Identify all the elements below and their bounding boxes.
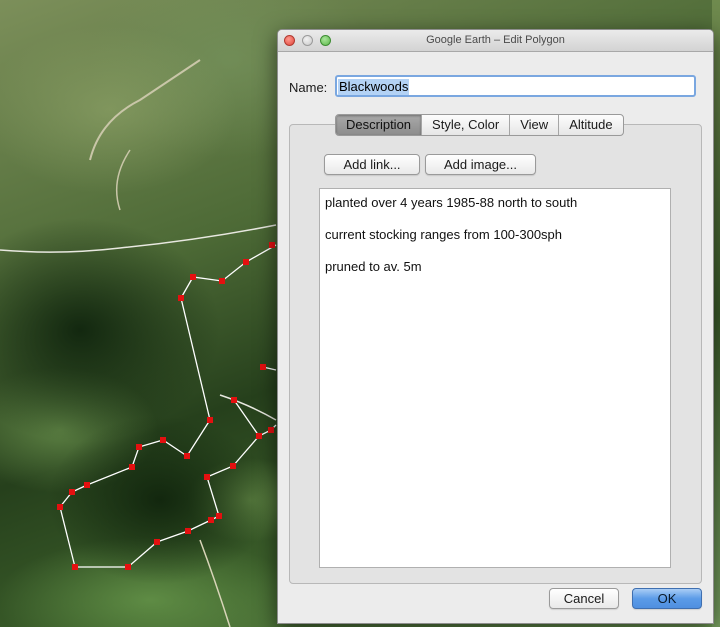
tab-view[interactable]: View <box>509 115 558 135</box>
polygon-vertex-handle[interactable] <box>184 453 190 459</box>
description-line: current stocking ranges from 100-300sph <box>325 227 563 242</box>
polygon-vertex-handle[interactable] <box>243 259 249 265</box>
polygon-vertex-handle[interactable] <box>69 489 75 495</box>
polygon-vertex-handle[interactable] <box>190 274 196 280</box>
tab-description[interactable]: Description <box>336 115 422 135</box>
ok-button[interactable]: OK <box>632 588 702 609</box>
polygon-vertex-handle[interactable] <box>207 417 213 423</box>
add-link-button[interactable]: Add link... <box>324 154 420 175</box>
polygon-vertex-handle[interactable] <box>136 444 142 450</box>
polygon-vertex-handle[interactable] <box>57 504 63 510</box>
polygon-vertex-handle[interactable] <box>84 482 90 488</box>
description-line: planted over 4 years 1985-88 north to so… <box>325 195 578 210</box>
polygon-outline <box>59 244 277 568</box>
polygon-vertex-handle[interactable] <box>154 539 160 545</box>
name-label: Name: <box>289 80 328 95</box>
add-image-button[interactable]: Add image... <box>425 154 536 175</box>
tab-altitude[interactable]: Altitude <box>558 115 622 135</box>
map-track <box>115 149 131 211</box>
polygon-vertex-handle[interactable] <box>268 427 274 433</box>
polygon-vertex-handle[interactable] <box>160 437 166 443</box>
description-line: pruned to av. 5m <box>325 259 422 274</box>
polygon-vertex-handle[interactable] <box>219 278 225 284</box>
window-title: Google Earth – Edit Polygon <box>426 34 565 46</box>
edit-polygon-dialog: Google Earth – Edit Polygon Name: Blackw… <box>277 29 714 624</box>
title-bar[interactable]: Google Earth – Edit Polygon <box>278 30 713 52</box>
map-track <box>199 539 231 627</box>
map-road <box>0 224 277 253</box>
polygon-vertex-handle[interactable] <box>72 564 78 570</box>
polygon-vertex-handle[interactable] <box>129 464 135 470</box>
polygon-vertex-handle[interactable] <box>216 513 222 519</box>
polygon-vertices[interactable] <box>57 242 275 570</box>
polygon-vertex-handle[interactable] <box>256 433 262 439</box>
polygon-vertex-handle[interactable] <box>125 564 131 570</box>
tab-style-color[interactable]: Style, Color <box>421 115 509 135</box>
polygon-vertex-handle[interactable] <box>260 364 266 370</box>
polygon-vertex-handle[interactable] <box>204 474 210 480</box>
polygon-vertex-handle[interactable] <box>185 528 191 534</box>
polygon-vertex-handle[interactable] <box>208 517 214 523</box>
polygon-vertex-handle[interactable] <box>269 242 275 248</box>
name-field[interactable] <box>335 75 696 97</box>
polygon-vertex-handle[interactable] <box>231 397 237 403</box>
description-textarea[interactable]: planted over 4 years 1985-88 north to so… <box>319 188 671 568</box>
tab-bar: Description Style, Color View Altitude <box>335 114 624 136</box>
cancel-button[interactable]: Cancel <box>549 588 619 609</box>
polygon-vertex-handle[interactable] <box>178 295 184 301</box>
polygon-vertex-handle[interactable] <box>230 463 236 469</box>
map-track <box>89 59 201 161</box>
map-road <box>219 394 277 421</box>
